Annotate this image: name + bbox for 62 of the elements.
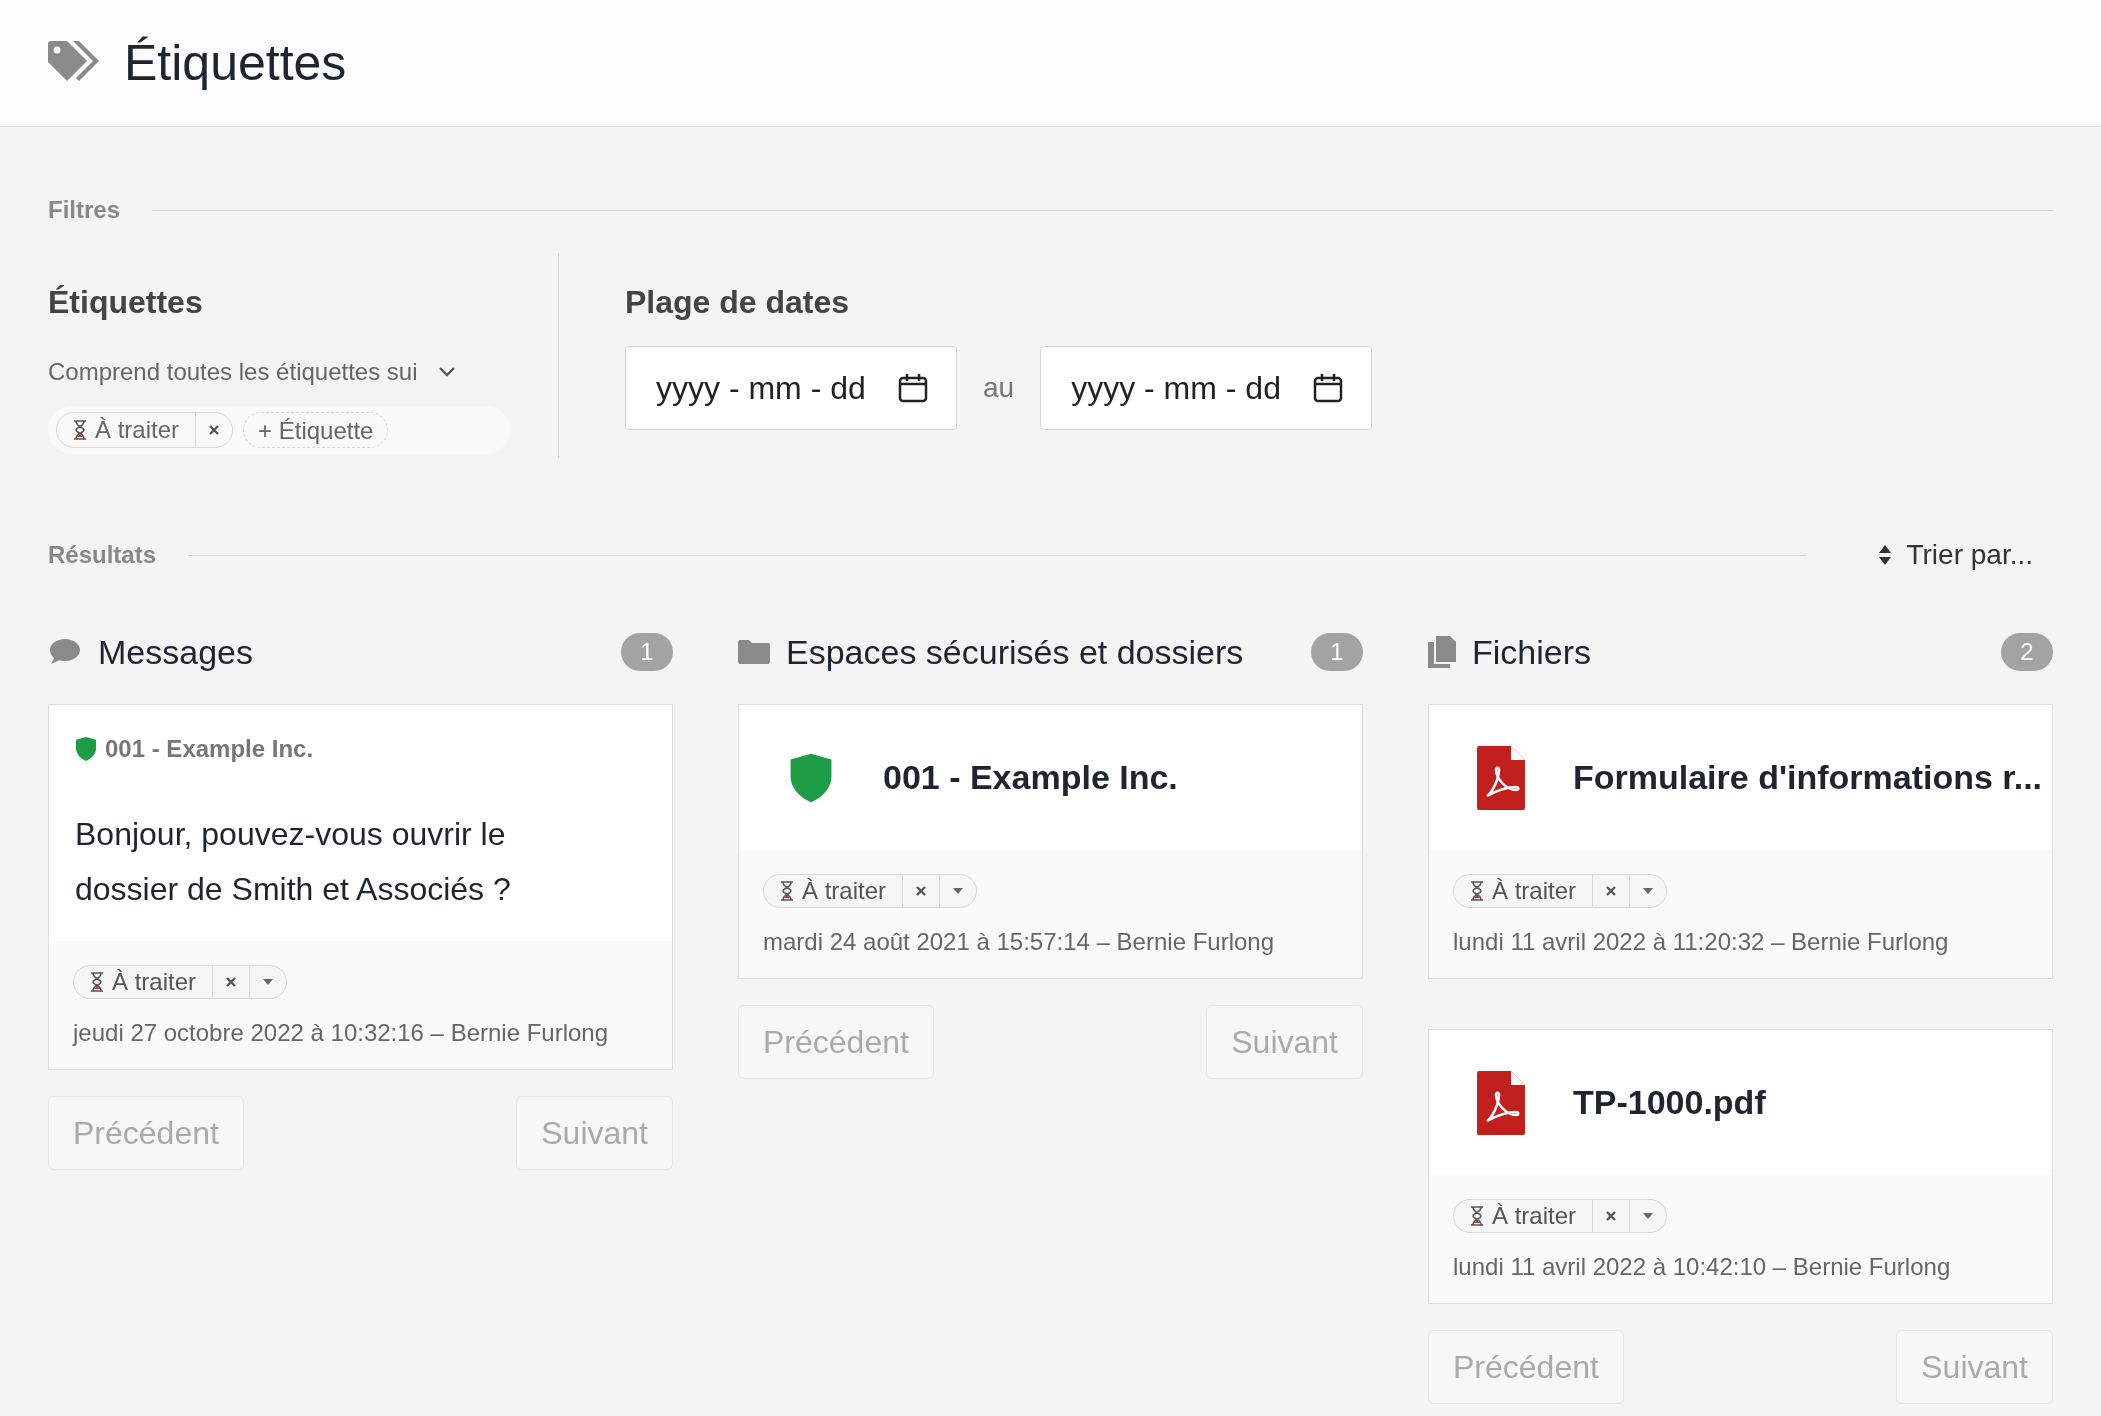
speech-bubble-icon (48, 637, 82, 667)
hourglass-icon (780, 881, 794, 901)
count-badge: 1 (621, 633, 673, 671)
section-label: Résultats (48, 540, 157, 570)
result-card[interactable]: TP-1000.pdf À traiter lundi 11 avril 2022 à 10:42:10 – Bernie Furlong (1428, 1029, 2053, 1304)
remove-tag-icon[interactable] (1605, 1210, 1618, 1222)
filter-heading: Étiquettes (48, 283, 204, 322)
tag-label: À traiter (802, 876, 887, 906)
result-card[interactable]: 001 - Example Inc. À traiter mardi 24 août 2021 à 15:57:14 – Bernie Furlong (738, 704, 1363, 979)
tag-label: À traiter (95, 415, 180, 445)
tag-label: À traiter (1492, 876, 1577, 906)
count-badge: 2 (2001, 633, 2053, 671)
sort-icon (1878, 544, 1893, 566)
date-field[interactable]: yyyy - mm - dd (1040, 346, 1373, 430)
result-card[interactable]: 001 - Example Inc. Bonjour, pouvez-vous ouvrir le dossier de Smith et Associés ? À traiter jeudi 27 octobre 2022 à 10:32:16 – Bernie Furlong (48, 704, 673, 1070)
section-label: Filtres (48, 195, 121, 225)
filter-heading: Plage de dates (625, 283, 851, 322)
hourglass-icon (1470, 1206, 1484, 1226)
result-card[interactable]: Formulaire d'informations r... À traiter lundi 11 avril 2022 à 11:20:32 – Bernie Furlong (1428, 704, 2053, 979)
folder-icon (738, 639, 770, 665)
hourglass-icon (1470, 881, 1484, 901)
chevron-down-icon (437, 366, 456, 378)
message-text: Bonjour, pouvez-vous ouvrir le dossier de Smith et Associés ? (75, 815, 512, 909)
tag-label: À traiter (112, 967, 197, 997)
caret-down-icon[interactable] (1642, 887, 1655, 895)
file-name[interactable]: TP-1000.pdf (1573, 1077, 1766, 1128)
timestamp-author: lundi 11 avril 2022 à 10:42:10 – Bernie Furlong (1453, 1252, 1951, 1282)
tag-label: À traiter (1492, 1201, 1577, 1231)
caret-down-icon[interactable] (262, 978, 275, 986)
space-title[interactable]: 001 - Example Inc. (883, 752, 1178, 803)
match-mode-dropdown[interactable]: Comprend toutes les étiquettes sui (48, 354, 538, 390)
hourglass-icon (90, 972, 104, 992)
sort-button[interactable]: Trier par... (1858, 530, 2053, 580)
timestamp-author: mardi 24 août 2021 à 15:57:14 – Bernie Furlong (763, 927, 1275, 957)
column-title: Messages (98, 631, 254, 673)
tag-chip[interactable]: À traiter (73, 965, 288, 999)
date-separator: au (982, 371, 1016, 405)
count-badge: 1 (1311, 633, 1363, 671)
remove-tag-icon[interactable] (915, 885, 928, 897)
caret-down-icon[interactable] (1642, 1212, 1655, 1220)
pdf-file-icon (1477, 745, 1525, 810)
tag-chip[interactable]: À traiter (763, 874, 978, 908)
timestamp-author: jeudi 27 octobre 2022 à 10:32:16 – Bernie Furlong (73, 1018, 609, 1048)
shield-icon (75, 736, 97, 762)
column-title: Fichiers (1472, 631, 1593, 673)
space-name: 001 - Example Inc. (105, 734, 314, 764)
pdf-file-icon (1477, 1070, 1525, 1135)
remove-tag-icon[interactable] (225, 976, 238, 988)
tag-chip[interactable]: À traiter (1453, 1199, 1668, 1233)
date-field[interactable]: yyyy - mm - dd (625, 346, 957, 430)
remove-tag-icon[interactable] (1605, 885, 1618, 897)
documents-icon (1428, 636, 1456, 668)
remove-tag-icon[interactable] (208, 424, 221, 436)
page-title: Étiquettes (124, 33, 347, 93)
calendar-icon (1312, 372, 1345, 404)
timestamp-author: lundi 11 avril 2022 à 11:20:32 – Bernie Furlong (1453, 927, 1949, 957)
calendar-icon (897, 372, 929, 404)
caret-down-icon[interactable] (952, 887, 965, 895)
column-title: Espaces sécurisés et dossiers (786, 631, 1245, 673)
tag-chip[interactable]: À traiter (1453, 874, 1668, 908)
tag-input[interactable]: À traiter + Étiquette (48, 406, 510, 454)
hourglass-icon (73, 420, 87, 440)
